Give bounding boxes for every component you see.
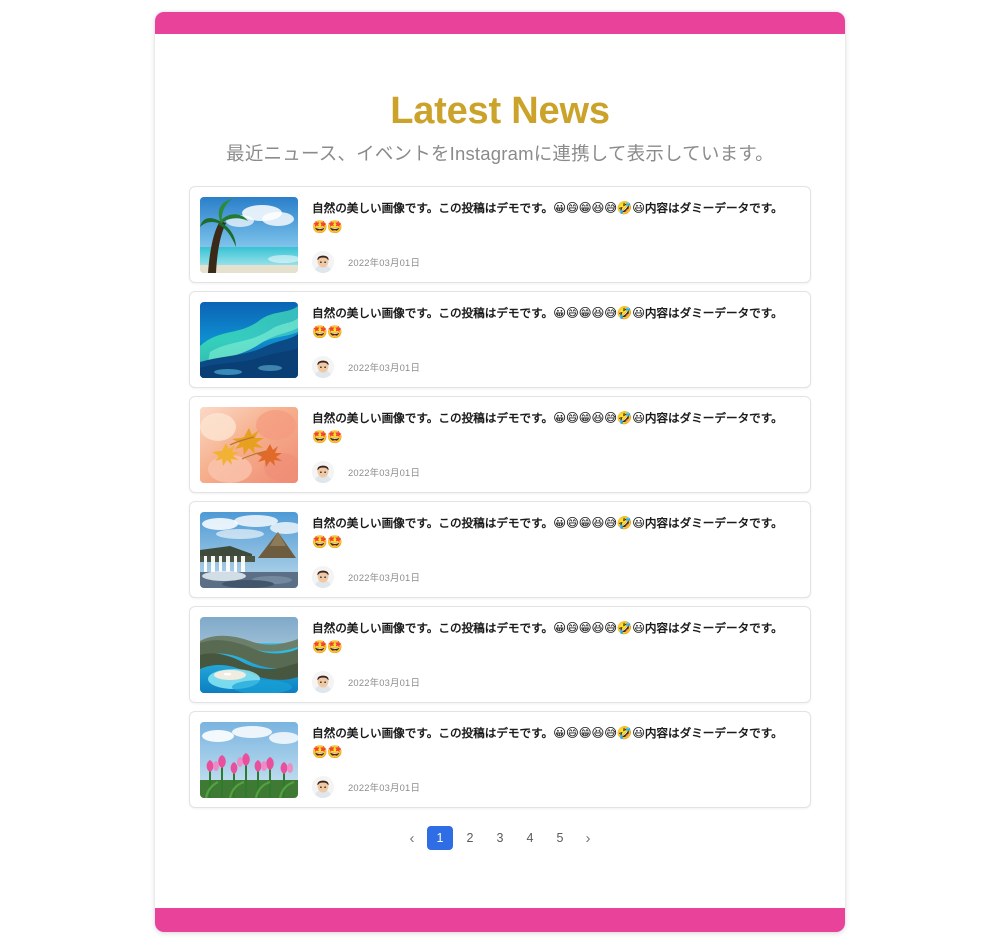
post-text: 自然の美しい画像です。この投稿はデモです。😀😄😁😆😅🤣😃内容はダミーデータです。… [312, 619, 798, 657]
post-meta: 2022年03月01日 [312, 776, 798, 798]
post-text-line2: 内容はダミーデータです。 [644, 307, 783, 320]
post-content: 自然の美しい画像です。この投稿はデモです。😀😄😁😆😅🤣😃内容はダミーデータです。… [312, 302, 798, 378]
post-emojis-line1: 😀😄😁😆😅🤣😃 [553, 306, 645, 320]
pagination-page-3[interactable]: 3 [487, 826, 513, 850]
header-section: Latest News 最近ニュース、イベントをInstagramに連携して表示… [155, 34, 845, 166]
post-date: 2022年03月01日 [348, 362, 421, 373]
post-meta: 2022年03月01日 [312, 671, 798, 693]
post-emojis-line1: 😀😄😁😆😅🤣😃 [553, 726, 645, 740]
post-emojis-line1: 😀😄😁😆😅🤣😃 [553, 201, 645, 215]
post-emojis-line1: 😀😄😁😆😅🤣😃 [553, 621, 645, 635]
post-thumbnail-waterfall-and-mountain[interactable] [200, 512, 298, 588]
pagination-next-button[interactable]: › [577, 826, 599, 850]
post-text-line2: 内容はダミーデータです。 [644, 727, 783, 740]
avatar [312, 356, 334, 378]
pagination: ‹ 1 2 3 4 5 › [155, 826, 845, 850]
page-subtitle: 最近ニュース、イベントをInstagramに連携して表示しています。 [226, 143, 774, 164]
page-root: Latest News 最近ニュース、イベントをInstagramに連携して表示… [0, 0, 1000, 944]
post-text-line1: 自然の美しい画像です。この投稿はデモです。 [312, 307, 554, 320]
post-text-line1: 自然の美しい画像です。この投稿はデモです。 [312, 412, 554, 425]
post-text-line1: 自然の美しい画像です。この投稿はデモです。 [312, 622, 554, 635]
post-meta: 2022年03月01日 [312, 566, 798, 588]
widget-body: Latest News 最近ニュース、イベントをInstagramに連携して表示… [155, 34, 845, 908]
post-text-line2: 内容はダミーデータです。 [644, 517, 783, 530]
post-date: 2022年03月01日 [348, 677, 421, 688]
post-text-line1: 自然の美しい画像です。この投稿はデモです。 [312, 727, 554, 740]
post-thumbnail-tropical-beach-palm-tree[interactable] [200, 197, 298, 273]
post-emojis-line1: 😀😄😁😆😅🤣😃 [553, 411, 645, 425]
avatar [312, 566, 334, 588]
avatar [312, 461, 334, 483]
post-card[interactable]: 自然の美しい画像です。この投稿はデモです。😀😄😁😆😅🤣😃内容はダミーデータです。… [189, 501, 811, 598]
post-thumbnail-pink-tulip-field[interactable] [200, 722, 298, 798]
news-feed-list: 自然の美しい画像です。この投稿はデモです。😀😄😁😆😅🤣😃内容はダミーデータです。… [189, 186, 811, 808]
post-content: 自然の美しい画像です。この投稿はデモです。😀😄😁😆😅🤣😃内容はダミーデータです。… [312, 512, 798, 588]
post-date: 2022年03月01日 [348, 782, 421, 793]
avatar [312, 251, 334, 273]
post-content: 自然の美しい画像です。この投稿はデモです。😀😄😁😆😅🤣😃内容はダミーデータです。… [312, 407, 798, 483]
bottom-accent-bar [155, 908, 845, 932]
post-date: 2022年03月01日 [348, 467, 421, 478]
post-meta: 2022年03月01日 [312, 251, 798, 273]
post-text: 自然の美しい画像です。この投稿はデモです。😀😄😁😆😅🤣😃内容はダミーデータです。… [312, 304, 798, 342]
post-content: 自然の美しい画像です。この投稿はデモです。😀😄😁😆😅🤣😃内容はダミーデータです。… [312, 722, 798, 798]
post-text-line1: 自然の美しい画像です。この投稿はデモです。 [312, 517, 554, 530]
post-date: 2022年03月01日 [348, 572, 421, 583]
post-card[interactable]: 自然の美しい画像です。この投稿はデモです。😀😄😁😆😅🤣😃内容はダミーデータです。… [189, 711, 811, 808]
post-meta: 2022年03月01日 [312, 356, 798, 378]
pagination-page-2[interactable]: 2 [457, 826, 483, 850]
post-emojis-line2: 🤩🤩 [312, 535, 343, 549]
pagination-page-5[interactable]: 5 [547, 826, 573, 850]
post-card[interactable]: 自然の美しい画像です。この投稿はデモです。😀😄😁😆😅🤣😃内容はダミーデータです。… [189, 606, 811, 703]
avatar [312, 671, 334, 693]
post-date: 2022年03月01日 [348, 257, 421, 268]
post-emojis-line1: 😀😄😁😆😅🤣😃 [553, 516, 645, 530]
post-emojis-line2: 🤩🤩 [312, 430, 343, 444]
post-card[interactable]: 自然の美しい画像です。この投稿はデモです。😀😄😁😆😅🤣😃内容はダミーデータです。… [189, 396, 811, 493]
pagination-page-1[interactable]: 1 [427, 826, 453, 850]
pagination-prev-button[interactable]: ‹ [401, 826, 423, 850]
post-card[interactable]: 自然の美しい画像です。この投稿はデモです。😀😄😁😆😅🤣😃内容はダミーデータです。… [189, 186, 811, 283]
post-text: 自然の美しい画像です。この投稿はデモです。😀😄😁😆😅🤣😃内容はダミーデータです。… [312, 514, 798, 552]
post-emojis-line2: 🤩🤩 [312, 640, 343, 654]
post-meta: 2022年03月01日 [312, 461, 798, 483]
post-text-line2: 内容はダミーデータです。 [644, 412, 783, 425]
post-emojis-line2: 🤩🤩 [312, 325, 343, 339]
post-emojis-line2: 🤩🤩 [312, 220, 343, 234]
post-text: 自然の美しい画像です。この投稿はデモです。😀😄😁😆😅🤣😃内容はダミーデータです。… [312, 199, 798, 237]
post-text-line1: 自然の美しい画像です。この投稿はデモです。 [312, 202, 554, 215]
post-text-line2: 内容はダミーデータです。 [644, 622, 783, 635]
page-title: Latest News [390, 90, 610, 132]
post-text: 自然の美しい画像です。この投稿はデモです。😀😄😁😆😅🤣😃内容はダミーデータです。… [312, 724, 798, 762]
post-thumbnail-coastal-cliff-lagoon[interactable] [200, 617, 298, 693]
pagination-page-4[interactable]: 4 [517, 826, 543, 850]
avatar [312, 776, 334, 798]
post-content: 自然の美しい画像です。この投稿はデモです。😀😄😁😆😅🤣😃内容はダミーデータです。… [312, 197, 798, 273]
top-accent-bar [155, 12, 845, 34]
post-text-line2: 内容はダミーデータです。 [644, 202, 783, 215]
post-thumbnail-autumn-maple-leaves[interactable] [200, 407, 298, 483]
post-text: 自然の美しい画像です。この投稿はデモです。😀😄😁😆😅🤣😃内容はダミーデータです。… [312, 409, 798, 447]
news-widget: Latest News 最近ニュース、イベントをInstagramに連携して表示… [155, 12, 845, 932]
post-thumbnail-aurora-borealis-over-sea[interactable] [200, 302, 298, 378]
post-content: 自然の美しい画像です。この投稿はデモです。😀😄😁😆😅🤣😃内容はダミーデータです。… [312, 617, 798, 693]
post-emojis-line2: 🤩🤩 [312, 745, 343, 759]
post-card[interactable]: 自然の美しい画像です。この投稿はデモです。😀😄😁😆😅🤣😃内容はダミーデータです。… [189, 291, 811, 388]
